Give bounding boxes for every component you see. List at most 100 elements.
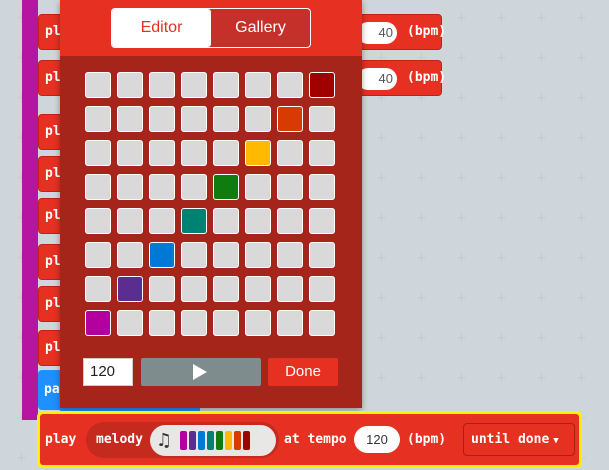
note-cell[interactable] <box>117 140 143 166</box>
note-cell[interactable] <box>309 276 335 302</box>
note-cell[interactable] <box>309 310 335 336</box>
note-cell[interactable] <box>181 106 207 132</box>
melody-field[interactable]: ♫ <box>150 425 276 456</box>
note-cell[interactable] <box>117 310 143 336</box>
note-cell[interactable] <box>277 208 303 234</box>
note-cell[interactable] <box>277 242 303 268</box>
note-cell[interactable] <box>85 276 111 302</box>
note-cell[interactable] <box>149 174 175 200</box>
note-cell[interactable] <box>181 242 207 268</box>
note-cell[interactable] <box>149 72 175 98</box>
play-melody-block[interactable]: play melody ♫ at tempo 120 (bpm) until d… <box>37 411 582 468</box>
note-cell[interactable] <box>213 310 239 336</box>
note-cell[interactable] <box>85 208 111 234</box>
grid-plus-marker: + <box>536 91 547 106</box>
note-cell[interactable] <box>213 208 239 234</box>
grid-plus-marker: + <box>416 211 427 226</box>
grid-plus-marker: + <box>496 291 507 306</box>
block-label: pl <box>45 166 61 181</box>
note-cell[interactable] <box>245 72 271 98</box>
melody-preview-note <box>207 431 214 450</box>
tempo-field[interactable]: 40 <box>357 22 397 44</box>
grid-plus-marker: + <box>496 51 507 66</box>
note-cell[interactable] <box>213 276 239 302</box>
note-cell[interactable] <box>181 72 207 98</box>
note-cell[interactable] <box>85 72 111 98</box>
note-cell[interactable] <box>277 276 303 302</box>
note-cell[interactable] <box>245 276 271 302</box>
note-cell[interactable] <box>85 174 111 200</box>
grid-plus-marker: + <box>456 51 467 66</box>
grid-plus-marker: + <box>496 131 507 146</box>
grid-plus-marker: + <box>496 171 507 186</box>
note-cell[interactable] <box>277 106 303 132</box>
music-note-icon: ♫ <box>156 430 173 451</box>
note-cell[interactable] <box>149 106 175 132</box>
note-cell[interactable] <box>181 310 207 336</box>
note-cell[interactable] <box>117 242 143 268</box>
note-cell[interactable] <box>149 208 175 234</box>
grid-plus-marker: + <box>496 211 507 226</box>
note-cell[interactable] <box>149 310 175 336</box>
grid-plus-marker: + <box>416 251 427 266</box>
grid-plus-marker: + <box>496 91 507 106</box>
until-dropdown[interactable]: until done ▼ <box>463 423 575 456</box>
note-cell[interactable] <box>309 72 335 98</box>
tempo-field[interactable]: 120 <box>354 426 400 453</box>
note-cell[interactable] <box>117 174 143 200</box>
note-cell[interactable] <box>309 174 335 200</box>
note-cell[interactable] <box>117 72 143 98</box>
note-cell[interactable] <box>181 276 207 302</box>
melody-preview-note <box>243 431 250 450</box>
note-cell[interactable] <box>117 208 143 234</box>
tempo-field[interactable]: 40 <box>357 68 397 90</box>
note-cell[interactable] <box>213 106 239 132</box>
note-cell[interactable] <box>309 242 335 268</box>
stack-connector <box>22 0 38 420</box>
note-cell[interactable] <box>117 106 143 132</box>
note-cell[interactable] <box>245 140 271 166</box>
note-cell[interactable] <box>149 140 175 166</box>
note-cell[interactable] <box>277 72 303 98</box>
done-button[interactable]: Done <box>268 358 338 386</box>
grid-plus-marker: + <box>576 371 587 386</box>
note-cell[interactable] <box>245 310 271 336</box>
note-cell[interactable] <box>309 106 335 132</box>
note-cell[interactable] <box>309 140 335 166</box>
note-cell[interactable] <box>245 106 271 132</box>
grid-plus-marker: + <box>456 211 467 226</box>
note-cell[interactable] <box>85 140 111 166</box>
note-cell[interactable] <box>117 276 143 302</box>
note-cell[interactable] <box>213 174 239 200</box>
tab-gallery[interactable]: Gallery <box>211 9 310 47</box>
note-cell[interactable] <box>245 208 271 234</box>
tab-switcher: Editor Gallery <box>111 8 311 48</box>
bpm-label: (bpm) <box>407 432 447 447</box>
note-cell[interactable] <box>245 242 271 268</box>
note-cell[interactable] <box>245 174 271 200</box>
grid-plus-marker: + <box>576 331 587 346</box>
play-button[interactable] <box>141 358 261 386</box>
note-cell[interactable] <box>309 208 335 234</box>
note-cell[interactable] <box>213 140 239 166</box>
note-cell[interactable] <box>181 140 207 166</box>
grid-plus-marker: + <box>576 11 587 26</box>
note-cell[interactable] <box>85 310 111 336</box>
grid-plus-marker: + <box>456 291 467 306</box>
note-cell[interactable] <box>277 174 303 200</box>
note-cell[interactable] <box>277 310 303 336</box>
note-cell[interactable] <box>181 208 207 234</box>
note-cell[interactable] <box>213 72 239 98</box>
note-cell[interactable] <box>149 242 175 268</box>
note-cell[interactable] <box>181 174 207 200</box>
note-cell[interactable] <box>149 276 175 302</box>
popup-header: Editor Gallery <box>60 0 362 56</box>
note-cell[interactable] <box>85 242 111 268</box>
bpm-label: (bpm) <box>407 70 447 85</box>
note-cell[interactable] <box>85 106 111 132</box>
tab-editor[interactable]: Editor <box>112 9 211 47</box>
note-cell[interactable] <box>213 242 239 268</box>
tempo-input[interactable]: 120 <box>83 358 133 386</box>
play-label: play <box>45 432 77 447</box>
note-cell[interactable] <box>277 140 303 166</box>
